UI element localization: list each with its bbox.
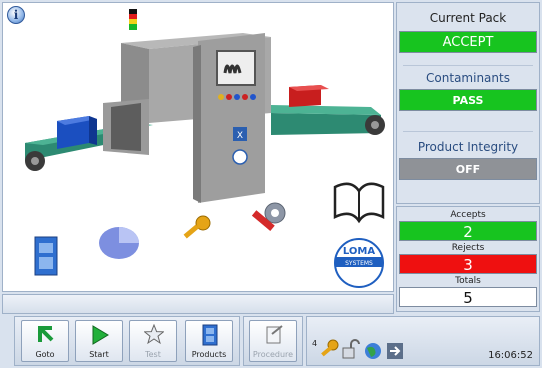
clock: 16:06:52 [488, 350, 533, 361]
metal-detector-machine: X [103, 33, 271, 203]
product-pack-red [289, 85, 329, 107]
tray-icons [321, 339, 403, 359]
loma-logo: LOMA SYSTEMS [334, 238, 384, 288]
procedure-button[interactable]: Procedure [249, 320, 297, 362]
goto-arrow-icon [38, 326, 54, 342]
exit-arrow-icon[interactable] [387, 343, 403, 359]
start-label: Start [89, 350, 109, 359]
key-icon[interactable] [183, 215, 211, 239]
login-key-icon[interactable] [321, 339, 339, 357]
current-pack-title: Current Pack [429, 11, 507, 25]
pack-counters-panel: Accepts 2 Rejects 3 Totals 5 [396, 206, 540, 312]
product-integrity-status: OFF [399, 158, 537, 180]
products-cabinet-icon [202, 324, 218, 346]
goto-label: Goto [35, 350, 55, 359]
test-label: Test [145, 350, 161, 359]
tools-icon[interactable] [251, 202, 286, 232]
pie-chart-icon[interactable] [99, 227, 139, 259]
accepts-count: 2 [399, 221, 537, 241]
inspection-status-panel: Current Pack ACCEPT Contaminants PASS Pr… [396, 2, 540, 204]
main-toolbar: Goto Start Test Products [14, 316, 240, 366]
network-globe-icon[interactable] [365, 343, 381, 359]
machine-view: i X LOMA SYSTEMS [2, 2, 394, 292]
beacon-icon [129, 9, 137, 30]
manual-book-icon[interactable] [333, 182, 385, 224]
divider [403, 131, 533, 132]
procedure-icon [266, 325, 283, 344]
procedure-toolbar: Procedure [243, 316, 303, 366]
rejects-label: Rejects [451, 243, 485, 253]
procedure-label: Procedure [252, 350, 294, 359]
status-message-bar [2, 294, 394, 314]
rejects-count: 3 [399, 254, 537, 274]
products-label: Products [191, 350, 227, 359]
divider [403, 65, 533, 66]
product-integrity-title: Product Integrity [417, 140, 519, 154]
conveyor-right [271, 105, 385, 135]
totals-label: Totals [455, 276, 481, 286]
products-button[interactable]: Products [185, 320, 233, 362]
loma-logo-text: LOMA [343, 246, 375, 257]
contaminants-title: Contaminants [426, 71, 510, 85]
goto-button[interactable]: Goto [21, 320, 69, 362]
start-button[interactable]: Start [75, 320, 123, 362]
totals-count: 5 [399, 287, 537, 307]
file-cabinet-icon[interactable] [34, 236, 58, 276]
machine-badge-text: X [237, 131, 243, 141]
unlock-icon[interactable] [342, 339, 360, 359]
system-tray: 4 16:06:52 [306, 316, 540, 366]
loma-systems-text: SYSTEMS [345, 260, 373, 267]
app-window: i X LOMA SYSTEMS Current Pack ACCEPT Con… [0, 0, 542, 368]
accepts-label: Accepts [450, 210, 486, 220]
play-icon [92, 325, 109, 345]
contaminants-status: PASS [399, 89, 537, 111]
current-pack-status: ACCEPT [399, 31, 537, 53]
inspection-machine-illustration: X LOMA SYSTEMS [25, 9, 385, 288]
star-icon [144, 324, 164, 345]
test-button[interactable]: Test [129, 320, 177, 362]
